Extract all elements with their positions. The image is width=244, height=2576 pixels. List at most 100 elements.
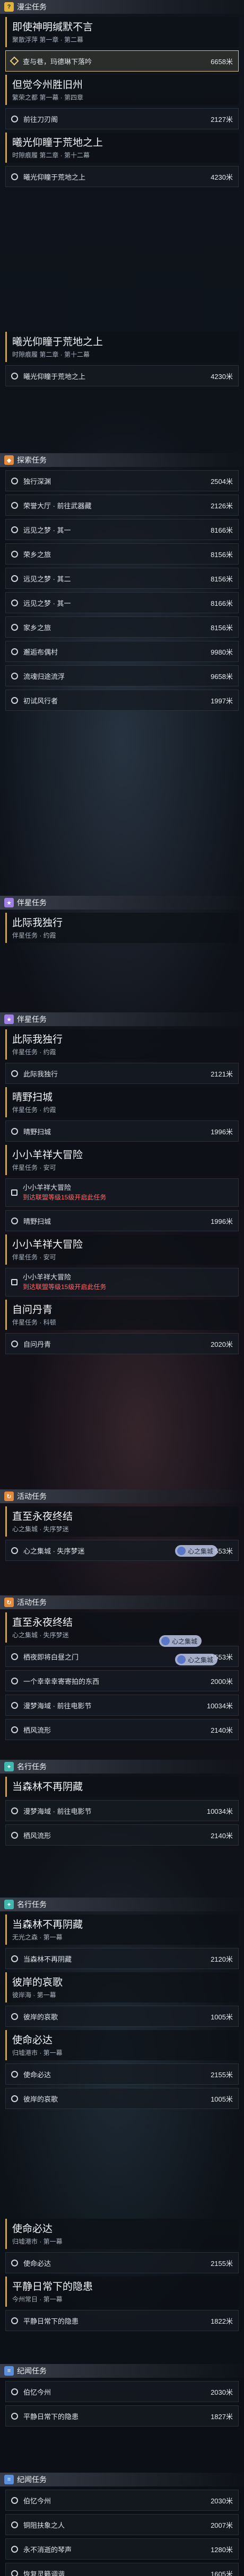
quest-objective-row[interactable]: 查与巷，玛德琳下落吟 6658米: [5, 50, 239, 72]
quest-objective-row[interactable]: 晴野扫城 1996米: [5, 1210, 239, 1231]
objective-distance: 1605米: [211, 2570, 233, 2576]
star-icon: ★: [4, 898, 14, 907]
quest-objective-row[interactable]: 漫梦海域 · 前往电影节 10034米: [5, 1695, 239, 1716]
quest-category-header[interactable]: ◆ 探索任务: [0, 453, 244, 467]
quest-objective-row[interactable]: 小小羊祥大冒险 到达联盟等级15级开启此任务: [5, 1268, 239, 1296]
quest-objective-row[interactable]: 曦光仰瞳于荒地之上 4230米: [5, 166, 239, 187]
quest-card[interactable]: 此际我独行 伴星任务 · 约霞: [5, 913, 239, 943]
quest-card[interactable]: 此际我独行 伴星任务 · 约霞: [5, 1029, 239, 1060]
quest-objective-row[interactable]: 远见之梦 · 其二 8156米: [5, 568, 239, 589]
quest-card[interactable]: 小小羊祥大冒险伴星任务 · 安可: [5, 1234, 239, 1265]
objective-text: 远见之梦 · 其二: [23, 574, 206, 584]
quest-objective-row[interactable]: 使命必达 2155米: [5, 2063, 239, 2085]
quest-objective-row[interactable]: 独行深渊 2504米: [5, 470, 239, 491]
quest-card[interactable]: 当森林不再阴藏: [5, 1777, 239, 1797]
objective-label: 小小羊祥大冒险: [23, 1273, 72, 1281]
quest-objective-row[interactable]: 当森林不再阴藏 2120米: [5, 1948, 239, 1969]
objective-distance: 2504米: [211, 477, 233, 486]
objective-text: 邂逅布偶村: [23, 647, 206, 657]
quest-objective-row[interactable]: 流魂归途流浮 9658米: [5, 665, 239, 686]
quest-chapter: 彼岸海 · 第一幕: [12, 1991, 56, 1999]
quest-category-label: 纪闻任务: [17, 2475, 47, 2484]
quest-objective-row[interactable]: 栖风流形 2140米: [5, 1719, 239, 1740]
objective-label: 远见之梦 · 其二: [23, 575, 71, 583]
quest-card[interactable]: 但觉今州胜旧州 繁荣之都 第一幕 · 第四章: [5, 75, 239, 105]
quest-objective-row[interactable]: 伯忆今州 2030米: [5, 2490, 239, 2511]
quest-objective-row[interactable]: 漫梦海域 · 前往电影节 10034米: [5, 1800, 239, 1821]
objective-dot-icon: [11, 672, 18, 680]
objective-text: 小小羊祥大冒险 到达联盟等级15级开启此任务: [23, 1183, 233, 1202]
quest-objective-row[interactable]: 远见之梦 · 其一 8166米: [5, 519, 239, 540]
quest-chapter: 伴星任务 · 安可: [12, 1254, 56, 1261]
quest-category-header[interactable]: ★ 伴星任务: [0, 1012, 244, 1026]
quest-title: 当森林不再阴藏: [12, 1919, 83, 1930]
quest-objective-row[interactable]: 平静日常下的隐患 1822米: [5, 2310, 239, 2331]
objective-distance: 2020米: [211, 1340, 233, 1348]
objective-label: 邂逅布偶村: [23, 648, 58, 656]
quest-category-header[interactable]: ↻ 活动任务: [0, 1489, 244, 1503]
quest-objective-row[interactable]: 远见之梦 · 其一 8166米: [5, 592, 239, 613]
quest-objective-row[interactable]: 小小羊祥大冒险 到达联盟等级15级开启此任务: [5, 1178, 239, 1207]
quest-objective-row[interactable]: 自问丹青 2020米: [5, 1333, 239, 1354]
quest-category-header[interactable]: ≡ 纪闻任务: [0, 2364, 244, 2378]
quest-card[interactable]: 晴野扫城 伴星任务 · 约霞: [5, 1087, 239, 1117]
quest-category-header[interactable]: ≡ 纪闻任务: [0, 2473, 244, 2486]
quest-objective-row[interactable]: 前往刀刃阁 2127米: [5, 108, 239, 129]
quest-card[interactable]: 当森林不再阴藏无光之森 · 第一幕: [5, 1915, 239, 1945]
objective-dot-icon: [11, 1677, 18, 1684]
quest-card[interactable]: 曦光仰瞳于荒地之上 时隙痕履 第二章 · 第十二幕: [5, 133, 239, 163]
quest-objective-row[interactable]: 曦光仰瞳于荒地之上 4230米: [5, 365, 239, 386]
quest-title: 直至永夜终结: [12, 1511, 73, 1522]
quest-category-header[interactable]: ✦ 名行任务: [0, 1898, 244, 1911]
quest-card[interactable]: 直至永夜终结 心之集城 · 失序梦迷: [5, 1612, 239, 1643]
objective-label: 自问丹青: [23, 1340, 51, 1348]
quest-card[interactable]: 平静日常下的隐患 今州常日 · 第一幕: [5, 2277, 239, 2307]
quest-objective-row[interactable]: 家乡之旅 8156米: [5, 616, 239, 638]
quest-card[interactable]: 即使神明缄默不言 聚散浮萍 第一章 · 第二幕: [5, 17, 239, 47]
quest-category-header[interactable]: ✦ 名行任务: [0, 1760, 244, 1774]
quest-category-header[interactable]: ? 漫尘任务: [0, 0, 244, 14]
quest-category-header[interactable]: ↻ 活动任务: [0, 1595, 244, 1609]
objective-distance: 8156米: [211, 550, 233, 559]
quest-title: 小小羊祥大冒险: [12, 1239, 83, 1250]
quest-objective-row[interactable]: 晴野扫城 1996米: [5, 1121, 239, 1142]
quest-card[interactable]: 彼岸的哀歌 彼岸海 · 第一幕: [5, 1972, 239, 2002]
objective-text: 晴野扫城: [23, 1126, 206, 1136]
quest-objective-row[interactable]: 栖风流形 2140米: [5, 1824, 239, 1846]
objective-distance: 2155米: [211, 2070, 233, 2079]
quest-objective-row[interactable]: 荣誉大厅 · 前往武器藏 2126米: [5, 495, 239, 516]
objective-label: 漫梦海域 · 前往电影节: [23, 1807, 92, 1815]
objective-distance: 1005米: [211, 2013, 233, 2021]
quest-card[interactable]: 小小羊祥大冒险 伴星任务 · 安可: [5, 1145, 239, 1175]
quest-title: 使命必达: [12, 2224, 53, 2235]
quest-chapter: 时隙痕履 第二章 · 第十二幕: [12, 152, 90, 159]
quest-objective-row[interactable]: 彼岸的哀歌 1005米: [5, 2088, 239, 2109]
quest-objective-row[interactable]: 平静日常下的隐患 1827米: [5, 2405, 239, 2427]
quest-objective-row[interactable]: 恢复灵籁调谐 1605米: [5, 2563, 239, 2576]
quest-objective-row[interactable]: 一个幸幸幸寄寄拍的东西 2000米: [5, 1670, 239, 1691]
objective-requirement: 到达联盟等级15级开启此任务: [23, 1194, 107, 1201]
quest-card[interactable]: 使命必达 归墟港市 · 第一幕: [5, 2219, 239, 2249]
quest-objective-row[interactable]: 荣乡之旅 8156米: [5, 543, 239, 564]
quest-objective-row[interactable]: 铜阻扶象之人 2007米: [5, 2514, 239, 2535]
quest-objective-row[interactable]: 使命必达 2155米: [5, 2252, 239, 2273]
quest-objective-row[interactable]: 伯忆今州 2030米: [5, 2381, 239, 2402]
quest-card[interactable]: 直至永夜终结 心之集城 · 失序梦迷: [5, 1506, 239, 1537]
quest-objective-row[interactable]: 此际我独行 2121米: [5, 1063, 239, 1084]
event-location-badge[interactable]: 心之集城: [175, 1545, 218, 1557]
quest-objective-row[interactable]: 永不消逝的琴声 1280米: [5, 2538, 239, 2560]
quest-card[interactable]: 自问丹青 伴星任务 · 科顿: [5, 1300, 239, 1330]
quest-card[interactable]: 曦光仰瞳于荒地之上 时隙痕履 第二章 · 第十二幕: [5, 332, 239, 362]
event-location-badge[interactable]: 心之集城: [175, 1654, 218, 1665]
quest-objective-row[interactable]: 初试风行者 1997米: [5, 690, 239, 711]
quest-card[interactable]: 使命必达 归墟港市 · 第一幕: [5, 2030, 239, 2060]
event-location-badge[interactable]: 心之集城: [159, 1635, 202, 1647]
quest-objective-row[interactable]: 邂逅布偶村 9980米: [5, 641, 239, 662]
quest-category-header[interactable]: ★ 伴星任务: [0, 896, 244, 910]
quest-chapter: 无光之森 · 第一幕: [12, 1934, 63, 1941]
journey-icon: ✦: [4, 1762, 14, 1771]
objective-label: 晴野扫城: [23, 1127, 51, 1136]
objective-distance: 2121米: [211, 1070, 233, 1078]
objective-text: 曦光仰瞳于荒地之上: [23, 172, 206, 182]
quest-objective-row[interactable]: 彼岸的哀歌 1005米: [5, 2006, 239, 2027]
